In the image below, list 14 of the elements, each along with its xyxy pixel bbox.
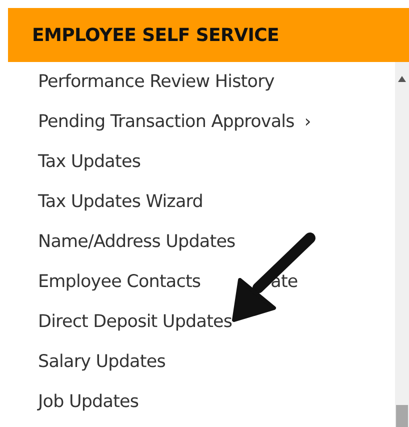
menu-item[interactable]: Tax Updates <box>38 142 395 182</box>
menu-item[interactable]: Pending Transaction Approvals › <box>38 102 395 142</box>
scroll-thumb[interactable] <box>396 405 408 427</box>
menu-item[interactable]: Direct Deposit Updates <box>38 302 395 342</box>
menu-item[interactable]: Job Updates <box>38 382 395 422</box>
menu-item[interactable]: Salary Updates <box>38 342 395 382</box>
menu-item[interactable]: Tax Updates Wizard <box>38 182 395 222</box>
menu-item-fragment: ate <box>270 272 298 292</box>
menu-title: EMPLOYEE SELF SERVICE <box>32 24 280 46</box>
scrollbar[interactable] <box>395 62 409 427</box>
scroll-up-icon[interactable] <box>398 76 406 82</box>
menu-item[interactable]: Name/Address Updates <box>38 222 395 262</box>
menu-item[interactable]: Employee Contacts ate <box>38 262 395 302</box>
menu-item[interactable]: Performance Review History <box>38 62 395 102</box>
